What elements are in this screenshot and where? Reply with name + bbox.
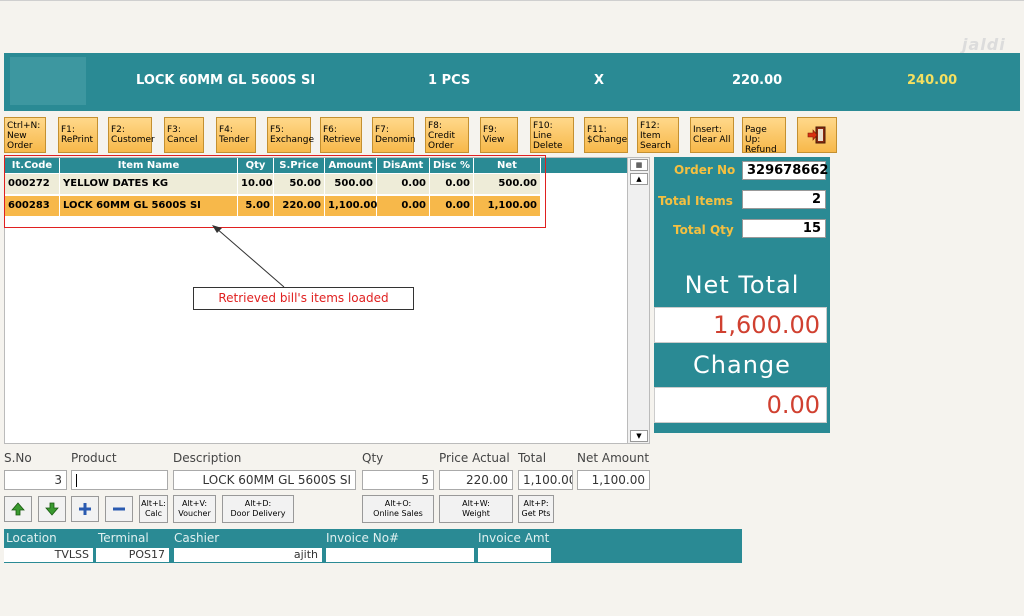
price-actual-label: Price Actual <box>439 451 510 465</box>
scroll-down-icon[interactable]: ▼ <box>630 430 648 442</box>
description-field[interactable]: LOCK 60MM GL 5600S SI <box>173 470 356 490</box>
item-image-placeholder <box>10 57 86 105</box>
annotation-callout: Retrieved bill's items loaded <box>193 287 414 310</box>
increase-qty-button[interactable] <box>71 496 99 522</box>
invoice-no-value <box>326 548 474 562</box>
location-value: TVLSS <box>4 548 93 562</box>
reprint-button[interactable]: F1: RePrint <box>58 117 98 153</box>
calc-button[interactable]: Alt+L: Calc <box>139 495 168 523</box>
header-qty: 1 PCS <box>428 73 471 88</box>
column-chooser-icon[interactable]: ▦ <box>630 159 648 171</box>
change-value: 0.00 <box>654 387 827 423</box>
watermark-logo: jaldi <box>962 35 1006 54</box>
arrow-up-icon <box>11 502 25 516</box>
door-delivery-button[interactable]: Alt+D: Door Delivery <box>222 495 294 523</box>
exchange-button[interactable]: F5: Exchange <box>267 117 314 153</box>
invoice-amt-label: Invoice Amt <box>478 531 550 545</box>
total-field[interactable]: 1,100.00 <box>518 470 573 490</box>
line-delete-button[interactable]: F10: Line Delete <box>530 117 574 153</box>
net-amount-label: Net Amount <box>577 451 650 465</box>
terminal-label: Terminal <box>98 531 149 545</box>
header-price: 220.00 <box>732 73 783 88</box>
tender-button[interactable]: F4: Tender <box>216 117 256 153</box>
refund-button[interactable]: Page Up: Refund <box>742 117 786 155</box>
scroll-up-icon[interactable]: ▲ <box>630 173 648 185</box>
description-label: Description <box>173 451 242 465</box>
qty-input[interactable]: 5 <box>362 470 434 490</box>
callout-arrow <box>212 225 285 288</box>
decrease-qty-button[interactable] <box>105 496 133 522</box>
order-no-label: Order No <box>674 163 736 177</box>
text-cursor <box>76 474 77 487</box>
new-order-button[interactable]: Ctrl+N: New Order <box>4 117 46 153</box>
net-total-value: 1,600.00 <box>654 307 827 343</box>
product-input[interactable] <box>71 470 168 490</box>
total-qty-label: Total Qty <box>673 223 734 237</box>
terminal-value: POS17 <box>96 548 169 562</box>
item-search-button[interactable]: F12: Item Search <box>637 117 679 153</box>
move-up-button[interactable] <box>4 496 32 522</box>
cancel-button[interactable]: F3: Cancel <box>164 117 204 153</box>
cashier-label: Cashier <box>174 531 220 545</box>
clear-all-button[interactable]: Insert: Clear All <box>690 117 734 153</box>
get-points-button[interactable]: Alt+P: Get Pts <box>518 495 554 523</box>
total-label: Total <box>518 451 547 465</box>
change-button[interactable]: F11: $Change <box>584 117 628 153</box>
total-qty-value: 15 <box>742 219 826 238</box>
net-total-label: Net Total <box>684 271 800 299</box>
change-label: Change <box>693 351 791 379</box>
total-items-label: Total Items <box>658 194 733 208</box>
net-amount-field[interactable]: 1,100.00 <box>577 470 650 490</box>
price-actual-field[interactable]: 220.00 <box>439 470 513 490</box>
total-items-value: 2 <box>742 190 826 209</box>
qty-label: Qty <box>362 451 384 465</box>
grid-scrollbar[interactable]: ▦ ▲ ▼ <box>627 158 649 443</box>
current-item-header: LOCK 60MM GL 5600S SI 1 PCS X 220.00 240… <box>4 53 1020 111</box>
sno-field[interactable]: 3 <box>4 470 67 490</box>
credit-order-button[interactable]: F8: Credit Order <box>425 117 469 153</box>
location-label: Location <box>6 531 57 545</box>
order-no-value: 329678662 <box>742 161 828 180</box>
voucher-button[interactable]: Alt+V: Voucher <box>173 495 216 523</box>
top-border <box>0 0 1024 1</box>
move-down-button[interactable] <box>38 496 66 522</box>
customer-button[interactable]: F2: Customer <box>108 117 155 153</box>
view-button[interactable]: F9: View <box>480 117 518 153</box>
online-sales-button[interactable]: Alt+O: Online Sales <box>362 495 434 523</box>
product-label: Product <box>71 451 117 465</box>
status-footer: Location Terminal Cashier Invoice No# In… <box>4 529 742 563</box>
exit-button[interactable] <box>797 117 837 153</box>
retrieve-button[interactable]: F6: Retrieve <box>320 117 362 153</box>
minus-icon <box>113 507 125 511</box>
exit-icon <box>807 126 826 144</box>
arrow-down-icon <box>45 502 59 516</box>
sno-label: S.No <box>4 451 32 465</box>
denomination-button[interactable]: F7: Denomin <box>372 117 416 153</box>
summary-panel: Order No 329678662 Total Items 2 Total Q… <box>654 157 830 433</box>
cashier-value: ajith <box>174 548 322 562</box>
header-item-name: LOCK 60MM GL 5600S SI <box>136 73 316 88</box>
header-total: 240.00 <box>907 73 958 88</box>
invoice-amt-value <box>478 548 551 562</box>
weight-button[interactable]: Alt+W: Weight <box>439 495 513 523</box>
plus-icon <box>79 503 91 515</box>
highlight-box <box>4 155 546 228</box>
invoice-no-label: Invoice No# <box>326 531 400 545</box>
header-multiply: X <box>594 73 605 88</box>
